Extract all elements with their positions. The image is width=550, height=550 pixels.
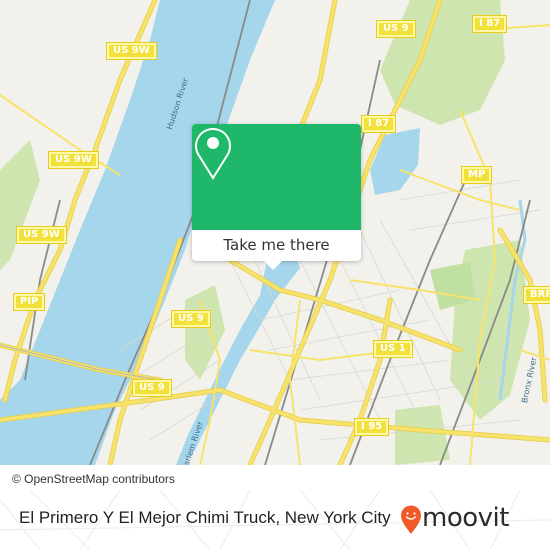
- road-shield-us9: US 9: [377, 21, 415, 37]
- take-me-there-button[interactable]: Take me there: [192, 230, 361, 261]
- road-shield-us9: US 9: [133, 380, 171, 396]
- moovit-smiley-pin-icon: [401, 505, 421, 534]
- popup-header[interactable]: [192, 124, 361, 230]
- footer: El Primero Y El Mejor Chimi Truck, New Y…: [0, 490, 550, 550]
- road-shield-i95: I 95: [355, 419, 389, 435]
- popup-pointer: [264, 261, 282, 270]
- road-shield-brp: BRP: [524, 287, 550, 303]
- road-shield-us1: US 1: [374, 341, 412, 357]
- place-title: El Primero Y El Mejor Chimi Truck, New Y…: [19, 508, 391, 527]
- location-pin-icon: [195, 128, 231, 180]
- road-shield-us9w: US 9W: [107, 43, 156, 59]
- map-attribution[interactable]: © OpenStreetMap contributors: [0, 468, 208, 490]
- reservoir: [370, 128, 420, 195]
- park-south: [395, 405, 450, 465]
- destination-popup[interactable]: Take me there: [192, 124, 361, 270]
- road-shield-us9: US 9: [172, 311, 210, 327]
- road-shield-pip: PIP: [14, 294, 45, 310]
- park-palisades-west: [0, 140, 40, 270]
- road-shield-us9w: US 9W: [49, 152, 98, 168]
- moovit-wordmark: moovit: [422, 503, 509, 533]
- map-view[interactable]: US 9W US 9W US 9W PIP US 9 I 87 I 87 MP …: [0, 0, 550, 465]
- road-shield-us9w: US 9W: [17, 227, 66, 243]
- road-shield-i87: I 87: [473, 16, 507, 32]
- road-shield-mp: MP: [462, 167, 492, 183]
- road-shield-i87: I 87: [362, 116, 396, 132]
- highway-us1: [338, 298, 392, 465]
